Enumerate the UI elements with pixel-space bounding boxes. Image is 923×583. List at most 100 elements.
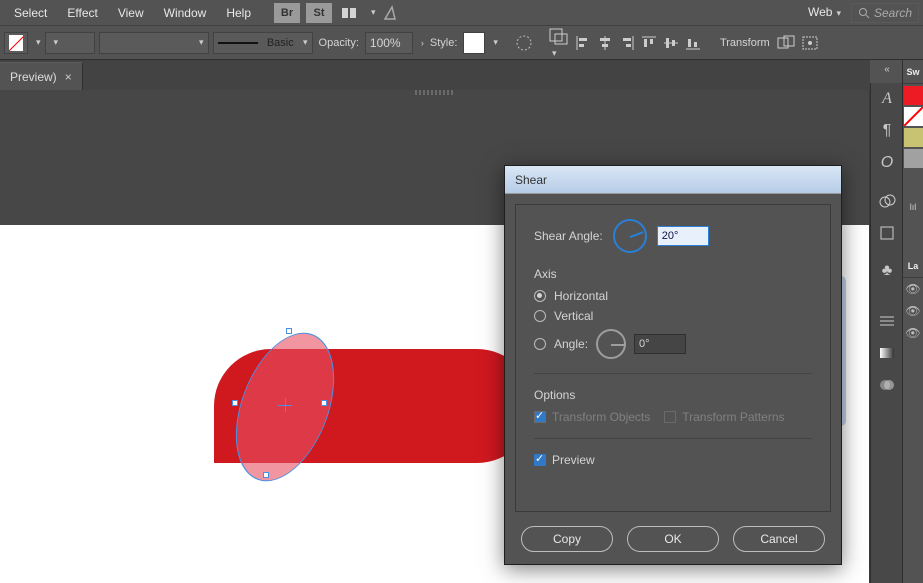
selection-handle[interactable]: [263, 472, 269, 478]
brush-name: Basic: [267, 37, 294, 49]
layers-panel-tab[interactable]: La: [903, 254, 923, 278]
align-center-h-icon[interactable]: [596, 34, 614, 52]
layer-visibility-icon[interactable]: 👁: [903, 322, 923, 344]
pathfinder-panel-icon[interactable]: [871, 185, 903, 217]
isolate-icon[interactable]: [800, 34, 820, 52]
right-panel-strip: Sw lıl La 👁 👁 👁: [902, 60, 923, 583]
chevron-down-icon[interactable]: ▾: [371, 7, 376, 18]
recolor-icon[interactable]: [514, 33, 534, 53]
style-label: Style:: [430, 37, 458, 49]
axis-group-label: Axis: [534, 267, 812, 281]
transform-objects-checkbox: Transform Objects: [534, 410, 650, 424]
radio-label: Horizontal: [554, 289, 608, 303]
gradient-panel-icon[interactable]: [871, 337, 903, 369]
symbols-panel-icon[interactable]: ♣: [871, 255, 903, 287]
dialog-titlebar[interactable]: Shear: [505, 166, 841, 194]
document-tab[interactable]: Preview) ×: [0, 62, 83, 90]
axis-angle-input[interactable]: [634, 334, 686, 354]
close-tab-icon[interactable]: ×: [65, 70, 72, 84]
selection-handle[interactable]: [321, 400, 327, 406]
control-bar: ▾ ▾ ▾ Basic ▾ Opacity: 100% › Style: ▾ ▾…: [0, 26, 923, 60]
main-menu-bar: Select Effect View Window Help Br St ▾ W…: [0, 0, 923, 26]
dialog-title: Shear: [515, 173, 547, 187]
align-bottom-icon[interactable]: [684, 34, 702, 52]
transform-patterns-checkbox: Transform Patterns: [664, 410, 784, 424]
shear-angle-dial[interactable]: [613, 219, 647, 253]
align-right-icon[interactable]: [618, 34, 636, 52]
menu-select[interactable]: Select: [4, 0, 57, 26]
swatch-olive[interactable]: [904, 128, 923, 147]
options-group-label: Options: [534, 388, 812, 402]
chevron-down-icon[interactable]: ▾: [36, 37, 41, 48]
stroke-weight-field[interactable]: ▾: [45, 32, 95, 54]
opacity-value: 100%: [370, 36, 401, 50]
menu-help[interactable]: Help: [216, 0, 261, 26]
selection-handle[interactable]: [286, 328, 292, 334]
transparency-panel-icon[interactable]: [871, 369, 903, 401]
shear-dialog: Shear Shear Angle: Axis Horizontal Verti…: [504, 165, 842, 565]
transform-panel-icon[interactable]: [871, 217, 903, 249]
axis-vertical-radio[interactable]: Vertical: [534, 309, 812, 323]
swatch-gray[interactable]: [904, 149, 923, 168]
menu-window[interactable]: Window: [154, 0, 217, 26]
selection-center-icon[interactable]: [278, 398, 292, 412]
transform-label[interactable]: Transform: [720, 37, 770, 49]
shape-mode-icon[interactable]: [776, 34, 796, 52]
workspace-label: Web: [808, 5, 832, 19]
checkbox-label: Preview: [552, 453, 595, 467]
search-icon: [858, 7, 870, 19]
copy-button[interactable]: Copy: [521, 526, 613, 552]
ok-button[interactable]: OK: [627, 526, 719, 552]
stock-icon[interactable]: St: [306, 3, 332, 23]
swatch-red[interactable]: [904, 86, 923, 105]
panel-dock: « A ¶ O ♣: [870, 83, 902, 583]
arrange-documents-icon[interactable]: [338, 3, 364, 23]
stroke-profile-dropdown[interactable]: ▾: [99, 32, 209, 54]
axis-angle-dial[interactable]: [596, 329, 626, 359]
menu-view[interactable]: View: [108, 0, 154, 26]
dock-grip-icon[interactable]: «: [873, 65, 901, 73]
menu-effect[interactable]: Effect: [57, 0, 107, 26]
search-placeholder: Search: [874, 6, 912, 20]
shear-angle-label: Shear Angle:: [534, 229, 603, 243]
preview-checkbox[interactable]: Preview: [534, 453, 595, 467]
layer-visibility-icon[interactable]: 👁: [903, 278, 923, 300]
character-panel-icon[interactable]: A: [871, 83, 903, 115]
bridge-icon[interactable]: Br: [274, 3, 300, 23]
align-left-icon[interactable]: [574, 34, 592, 52]
opacity-field[interactable]: 100%: [365, 32, 413, 54]
document-tab-bar: Preview) ×: [0, 60, 870, 90]
shear-angle-input[interactable]: [657, 226, 709, 246]
document-tab-label: Preview): [10, 70, 57, 84]
align-dropdown-icon[interactable]: ▾: [548, 27, 570, 59]
libraries-icon[interactable]: lıl: [903, 200, 923, 214]
search-field[interactable]: Search: [851, 3, 919, 23]
layer-visibility-icon[interactable]: 👁: [903, 300, 923, 322]
fill-swatch[interactable]: [4, 32, 28, 54]
graphic-style-swatch[interactable]: [463, 32, 485, 54]
axis-angle-radio[interactable]: Angle:: [534, 329, 812, 359]
paragraph-panel-icon[interactable]: ¶: [871, 115, 903, 147]
selection-handle[interactable]: [232, 400, 238, 406]
radio-label: Vertical: [554, 309, 593, 323]
stroke-panel-icon[interactable]: [871, 305, 903, 337]
checkbox-label: Transform Patterns: [682, 410, 784, 424]
swatches-panel-tab[interactable]: Sw: [903, 60, 923, 84]
radio-label: Angle:: [554, 337, 588, 351]
swatch-none[interactable]: [904, 107, 923, 126]
align-top-icon[interactable]: [640, 34, 658, 52]
dialog-body: Shear Angle: Axis Horizontal Vertical An…: [515, 204, 831, 512]
gpu-preview-icon[interactable]: [379, 3, 405, 23]
chevron-down-icon: ▾: [836, 8, 841, 18]
brush-definition-dropdown[interactable]: Basic ▾: [213, 32, 313, 54]
cancel-button[interactable]: Cancel: [733, 526, 825, 552]
axis-horizontal-radio[interactable]: Horizontal: [534, 289, 812, 303]
opacity-label: Opacity:: [319, 37, 359, 49]
align-center-v-icon[interactable]: [662, 34, 680, 52]
checkbox-label: Transform Objects: [552, 410, 650, 424]
opacity-chevron-icon[interactable]: ›: [421, 38, 424, 48]
workspace-switcher[interactable]: Web ▾: [798, 0, 851, 26]
opentype-panel-icon[interactable]: O: [871, 147, 903, 179]
ruler-grip-icon: [415, 90, 455, 95]
chevron-down-icon[interactable]: ▾: [493, 37, 498, 48]
